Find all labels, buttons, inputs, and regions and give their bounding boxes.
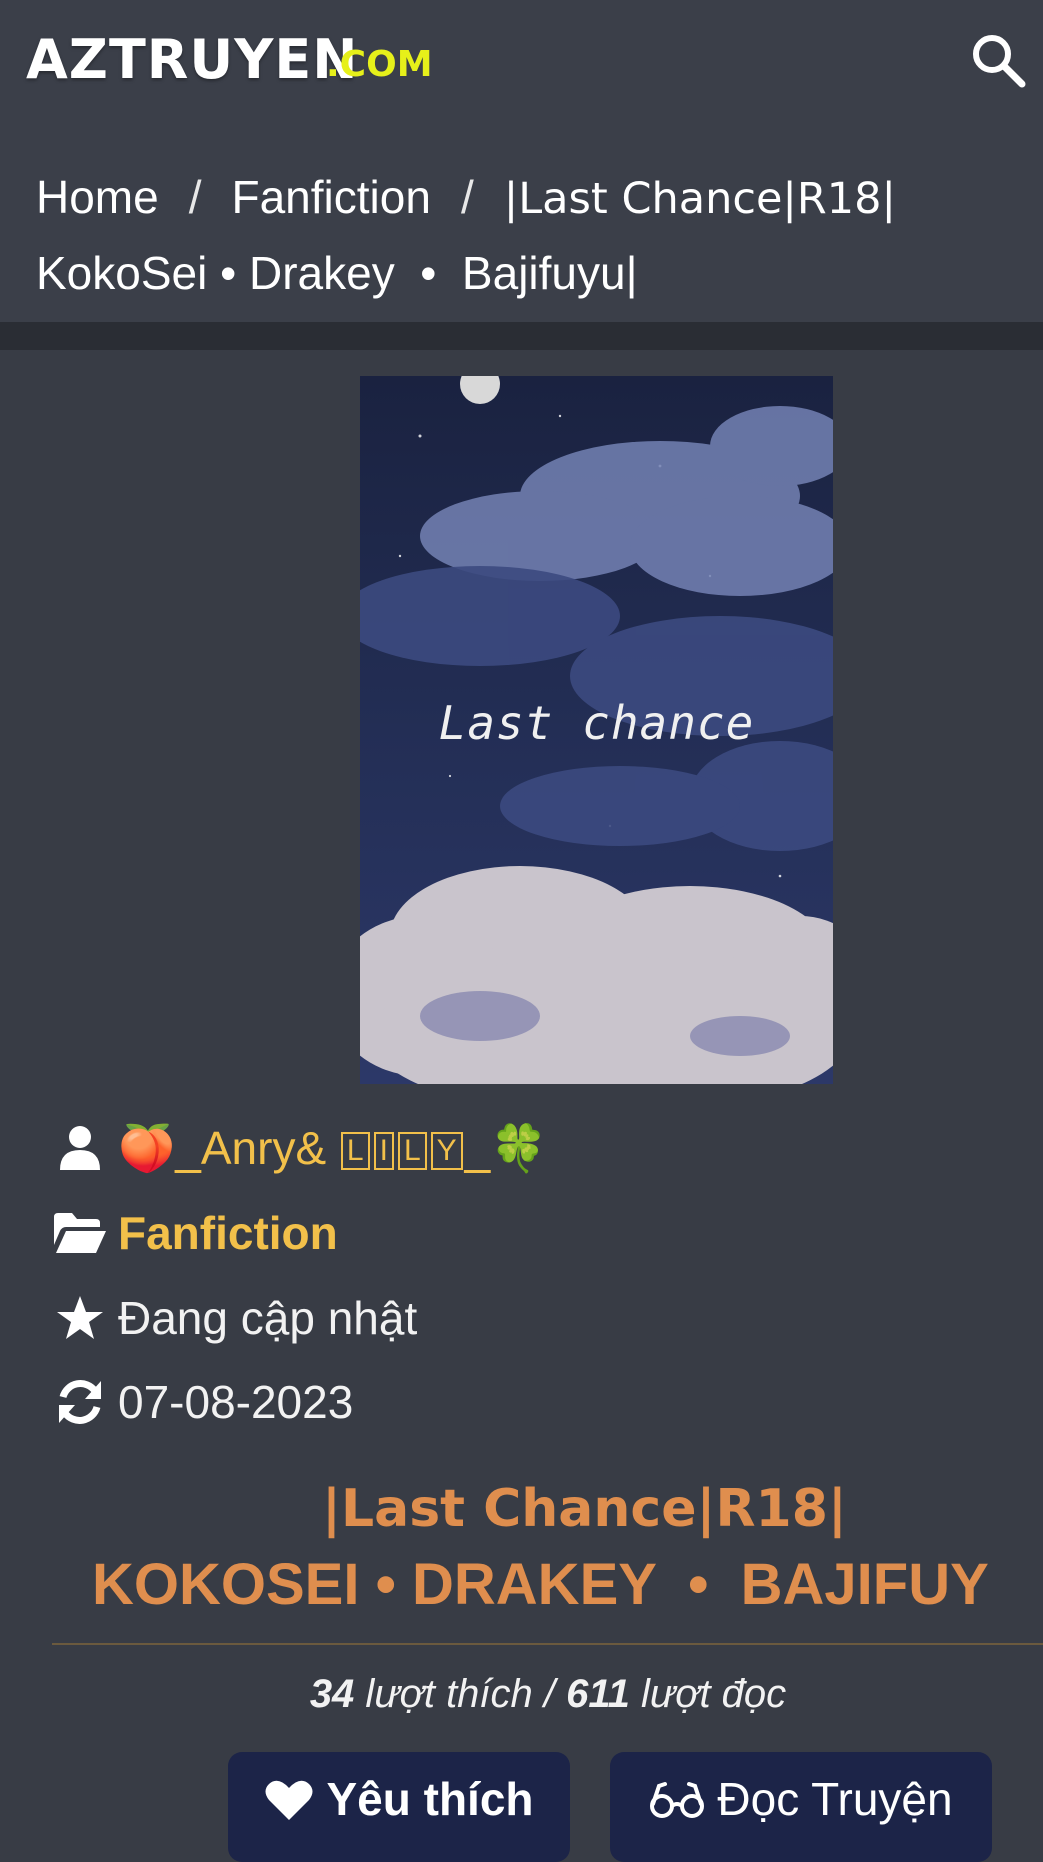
status-row: Đang cập nhật	[52, 1288, 417, 1348]
read-story-button-label: Đọc Truyện	[717, 1773, 953, 1825]
author-link[interactable]: 🍑_Anry& L I L Y _🍀	[118, 1121, 548, 1176]
breadcrumb-current-line2: KokoSei • Drakey • Bajifuyu|	[36, 247, 638, 299]
breadcrumb-separator: /	[460, 171, 474, 223]
author-name-suffix: _🍀	[464, 1121, 548, 1174]
favorite-button[interactable]: Yêu thích	[228, 1752, 570, 1862]
story-stats: 34 lượt thích / 611 lượt đọc	[0, 1672, 1043, 1717]
author-name-prefix: 🍑_Anry&	[118, 1121, 339, 1174]
status-text: Đang cập nhật	[118, 1292, 418, 1344]
breadcrumb: Home / Fanfiction / |Last Chance|R18| KokoSe…	[36, 160, 1016, 310]
updated-date: 07-08-2023	[118, 1376, 354, 1428]
search-icon	[973, 35, 1026, 88]
story-title: |Last Chance|R18| KOKOSEI • DRAKEY • BAJ…	[0, 1470, 1043, 1630]
likes-count: 34	[309, 1672, 355, 1716]
cover-image: Last chance	[360, 376, 833, 1084]
folder-open-icon	[52, 1207, 108, 1259]
logo-domain: .COM	[326, 44, 433, 85]
category-row: Fanfiction	[52, 1203, 338, 1263]
breadcrumb-category[interactable]: Fanfiction	[232, 171, 431, 223]
likes-label: lượt thích /	[354, 1672, 567, 1716]
author-letter: I	[373, 1132, 394, 1171]
star-icon	[52, 1292, 108, 1344]
user-icon	[52, 1122, 108, 1174]
title-divider	[52, 1643, 1043, 1645]
story-title-line2: KOKOSEI • DRAKEY • BAJIFUY	[92, 1552, 989, 1617]
favorite-button-label: Yêu thích	[326, 1773, 534, 1825]
heart-icon	[264, 1772, 314, 1828]
search-button[interactable]	[968, 30, 1028, 90]
header-divider	[0, 322, 1043, 350]
read-story-button[interactable]: Đọc Truyện	[610, 1752, 992, 1862]
top-navbar: AZTRUYEN .COM Home / Fanfiction / |Last Chan…	[0, 0, 1043, 322]
story-title-line1: |Last Chance|R18|	[322, 1479, 847, 1539]
updated-row: 07-08-2023	[52, 1372, 353, 1432]
refresh-icon	[52, 1376, 108, 1428]
author-letter: Y	[430, 1132, 463, 1171]
author-row: 🍑_Anry& L I L Y _🍀	[52, 1118, 548, 1178]
logo-text: AZTRUYEN	[26, 28, 359, 91]
author-letter: L	[397, 1132, 427, 1171]
reads-count: 611	[566, 1672, 630, 1716]
author-letter: L	[340, 1132, 370, 1171]
category-link[interactable]: Fanfiction	[118, 1206, 338, 1260]
reads-label: lượt đọc	[629, 1672, 787, 1716]
glasses-icon	[649, 1772, 705, 1828]
breadcrumb-home[interactable]: Home	[36, 171, 159, 223]
breadcrumb-current-line1: |Last Chance|R18|	[503, 174, 896, 224]
breadcrumb-separator: /	[188, 171, 202, 223]
cover-title: Last chance	[438, 696, 755, 750]
